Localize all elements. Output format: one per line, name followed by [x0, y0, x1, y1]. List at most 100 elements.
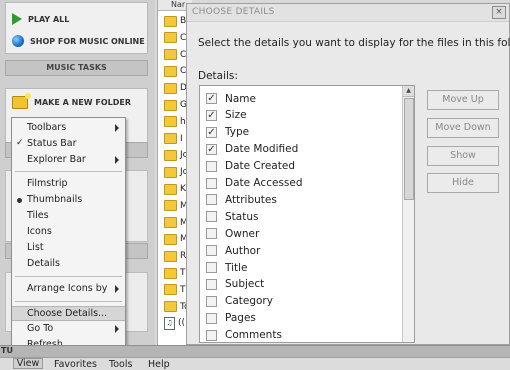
close-icon[interactable]: ×: [492, 6, 506, 19]
checkbox[interactable]: [206, 245, 217, 257]
file-row[interactable]: Jc: [164, 147, 188, 163]
file-row[interactable]: h: [164, 114, 186, 130]
file-row[interactable]: Jc: [164, 164, 188, 180]
menu-item-choose-details[interactable]: Choose Details...: [12, 306, 125, 321]
file-row[interactable]: M: [164, 215, 188, 231]
checkbox[interactable]: [206, 211, 217, 223]
file-row[interactable]: B: [164, 13, 186, 29]
file-row[interactable]: Ti: [164, 265, 188, 281]
detail-item[interactable]: Author: [206, 242, 260, 259]
detail-item-label: Owner: [225, 227, 260, 240]
file-row[interactable]: G: [164, 97, 187, 113]
detail-item[interactable]: Pages: [206, 310, 256, 327]
file-row[interactable]: M: [164, 231, 188, 247]
detail-item-label: Status: [225, 210, 259, 223]
detail-item[interactable]: Attributes: [206, 191, 277, 208]
file-row[interactable]: C: [164, 30, 186, 46]
menu-item-details[interactable]: Details: [12, 257, 125, 272]
detail-item-label: Category: [225, 295, 273, 308]
play-icon: [12, 13, 22, 25]
menubar-view[interactable]: View: [13, 358, 43, 369]
checkbox[interactable]: [206, 262, 217, 273]
show-button[interactable]: Show: [427, 146, 499, 166]
menu-item-toolbars[interactable]: Toolbars: [12, 121, 125, 136]
folder-icon: [164, 133, 177, 145]
menu-separator: [15, 276, 122, 277]
menu-item-label: Tiles: [27, 210, 49, 221]
globe-icon: [12, 35, 24, 47]
file-row[interactable]: C: [164, 47, 186, 63]
menu-item-list[interactable]: List: [12, 241, 125, 256]
checkbox[interactable]: [206, 228, 217, 240]
file-row[interactable]: ♫((: [164, 315, 185, 331]
detail-item[interactable]: Date Accessed: [206, 175, 303, 192]
menu-separator: [15, 301, 122, 302]
menu-item-tiles[interactable]: Tiles: [12, 209, 125, 224]
file-row[interactable]: C: [164, 63, 186, 79]
scroll-thumb[interactable]: [404, 98, 414, 200]
checkbox-checked[interactable]: ✓: [206, 126, 217, 138]
file-row[interactable]: Ti: [164, 282, 188, 298]
listbox-scrollbar[interactable]: ▲: [402, 86, 414, 342]
dialog-instruction: Select the details you want to display f…: [198, 37, 510, 49]
play-all-link[interactable]: PLAY ALL: [12, 13, 69, 25]
checkbox-checked[interactable]: ✓: [206, 109, 217, 121]
detail-item-label: Date Modified: [225, 143, 299, 156]
menu-item-go-to[interactable]: Go To: [12, 322, 125, 337]
shop-music-link[interactable]: SHOP FOR MUSIC ONLINE: [12, 35, 145, 47]
checkbox[interactable]: [206, 160, 217, 172]
choose-details-dialog: CHOOSE DETAILS × Select the details you …: [186, 3, 510, 345]
checkbox[interactable]: [206, 194, 217, 206]
folder-icon: [164, 284, 177, 296]
menu-item-filmstrip[interactable]: Filmstrip: [12, 177, 125, 192]
menu-item-thumbnails[interactable]: Thumbnails: [12, 193, 125, 208]
detail-item[interactable]: Date Created: [206, 158, 295, 175]
detail-item[interactable]: ✓ Type: [206, 124, 249, 141]
music-tasks-header[interactable]: MUSIC TASKS: [5, 60, 148, 76]
detail-item[interactable]: Subject: [206, 276, 264, 293]
folder-icon: [164, 15, 177, 27]
move-down-button[interactable]: Move Down: [427, 118, 499, 138]
hide-button[interactable]: Hide: [427, 173, 499, 193]
detail-item[interactable]: ✓ Name: [206, 90, 256, 107]
folder-icon: [164, 267, 177, 279]
make-new-folder-link[interactable]: MAKE A NEW FOLDER: [12, 93, 131, 109]
dialog-title-bar[interactable]: CHOOSE DETAILS ×: [187, 4, 509, 22]
detail-item[interactable]: Category: [206, 293, 273, 310]
detail-item[interactable]: Status: [206, 208, 258, 225]
checkbox-checked[interactable]: ✓: [206, 143, 217, 155]
details-listbox[interactable]: ✓ Name ✓ Size ✓ Type ✓ Date Modified Date Create…: [199, 85, 415, 343]
detail-item-label: Name: [225, 92, 256, 105]
menu-item-icons[interactable]: Icons: [12, 225, 125, 240]
folder-icon: [164, 250, 177, 262]
detail-item[interactable]: ✓ Size: [206, 107, 247, 124]
move-up-button[interactable]: Move Up: [427, 90, 499, 110]
detail-item[interactable]: ✓ Date Modified: [206, 141, 298, 158]
checkbox[interactable]: [206, 329, 217, 341]
checkbox[interactable]: [206, 295, 217, 307]
menubar-favorites[interactable]: Favorites: [54, 359, 97, 370]
folder-icon: [164, 49, 177, 61]
detail-item[interactable]: Comments: [206, 327, 282, 342]
checkbox[interactable]: [206, 278, 217, 290]
detail-item[interactable]: Owner: [206, 225, 259, 242]
menubar-help[interactable]: Help: [148, 359, 170, 370]
checkbox[interactable]: [206, 312, 217, 324]
menu-item-label: Explorer Bar: [27, 154, 86, 165]
scroll-up-icon[interactable]: ▲: [403, 86, 414, 97]
file-row[interactable]: I: [164, 131, 183, 147]
menubar-tools[interactable]: Tools: [109, 359, 132, 370]
menu-item-arrange-icons-by[interactable]: Arrange Icons by: [12, 282, 125, 297]
file-row[interactable]: K: [164, 181, 186, 197]
detail-item-label: Title: [225, 261, 248, 274]
file-row[interactable]: M: [164, 198, 188, 214]
checkbox-checked[interactable]: ✓: [206, 93, 217, 104]
file-row[interactable]: R: [164, 248, 186, 264]
menu-item-status-bar[interactable]: ✓ Status Bar: [12, 137, 125, 152]
folder-icon: [164, 65, 177, 77]
menu-item-explorer-bar[interactable]: Explorer Bar: [12, 153, 125, 168]
folder-icon: [164, 183, 177, 195]
file-row[interactable]: D: [164, 80, 187, 96]
detail-item[interactable]: Title: [206, 259, 248, 276]
checkbox[interactable]: [206, 177, 217, 189]
